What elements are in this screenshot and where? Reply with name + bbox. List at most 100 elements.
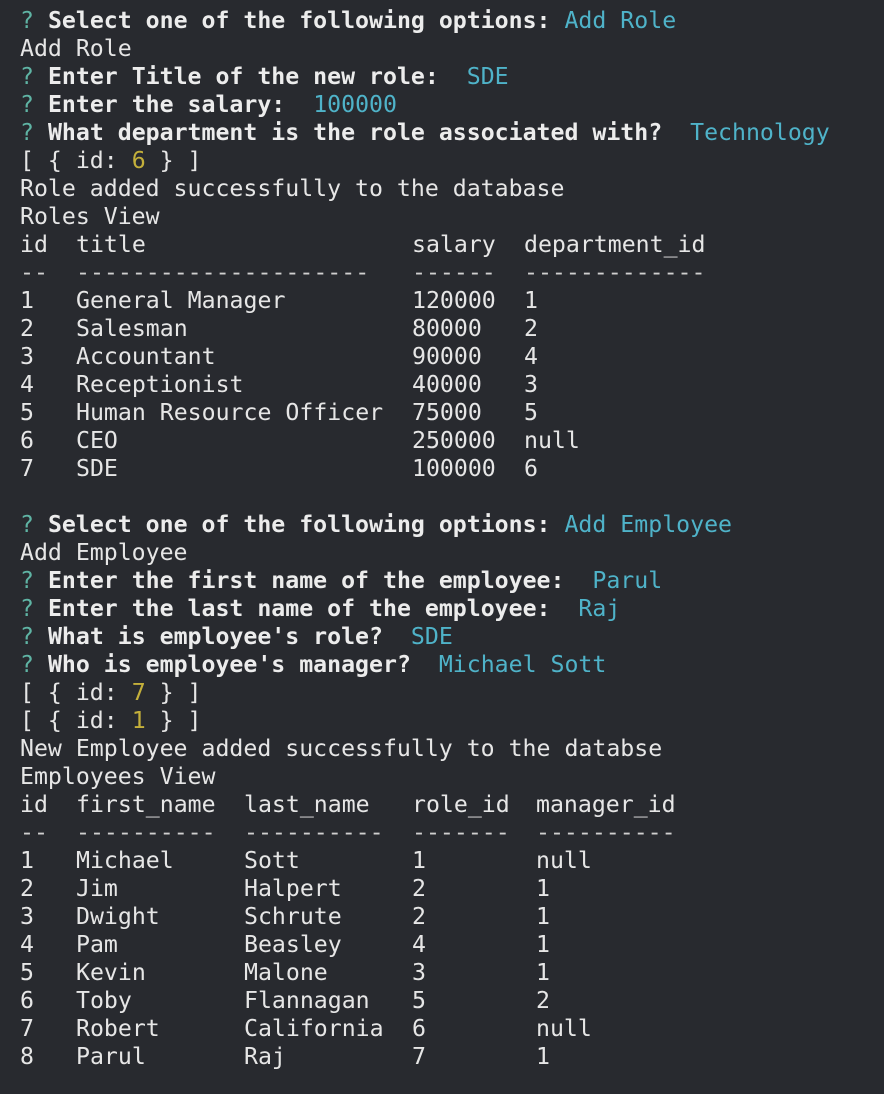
table-row: 4 Pam Beasley 4 1 bbox=[20, 931, 884, 959]
table-row: 6 Toby Flannagan 5 2 bbox=[20, 987, 884, 1015]
role-prompt: What is employee's role? bbox=[47, 623, 383, 650]
question-mark: ? bbox=[20, 63, 34, 90]
table-cell: 80000 bbox=[412, 315, 482, 342]
table-cell: 6 bbox=[412, 1015, 426, 1042]
table-cell: 6 bbox=[20, 987, 34, 1014]
table-cell: 2 bbox=[524, 315, 538, 342]
roles-table-body: 1 General Manager 120000 1 2 Salesman 80000 2 3 A… bbox=[20, 287, 884, 483]
id-result-value: 6 bbox=[131, 147, 146, 174]
id-result-close: } ] bbox=[145, 679, 202, 706]
table-row: 8 Parul Raj 7 1 bbox=[20, 1043, 884, 1071]
title-prompt: Enter Title of the new role: bbox=[47, 63, 439, 90]
table-cell: 3 bbox=[20, 903, 34, 930]
table-cell: CEO bbox=[76, 427, 118, 454]
question-mark: ? bbox=[20, 651, 34, 678]
echo-line: Add Employee bbox=[20, 539, 188, 566]
id-result-line: [ { id: 1 } ] bbox=[20, 707, 884, 735]
table-cell: 1 bbox=[536, 903, 550, 930]
table-cell: 1 bbox=[524, 287, 538, 314]
table-cell: 6 bbox=[20, 427, 34, 454]
table-cell: Sott bbox=[244, 847, 300, 874]
header-cell: id bbox=[20, 231, 48, 258]
table-cell: Receptionist bbox=[76, 371, 244, 398]
table-cell: Salesman bbox=[76, 315, 188, 342]
table-cell: Toby bbox=[76, 987, 132, 1014]
menu-prompt-line: ? Select one of the following options: A… bbox=[20, 7, 884, 35]
manager-prompt: Who is employee's manager? bbox=[47, 651, 411, 678]
table-row: 2 Salesman 80000 2 bbox=[20, 315, 884, 343]
table-cell: Parul bbox=[76, 1043, 146, 1070]
table-cell: 5 bbox=[412, 987, 426, 1014]
terminal-output: ? Select one of the following options: A… bbox=[0, 0, 884, 1071]
table-cell: 4 bbox=[412, 931, 426, 958]
divider-cell: ------------- bbox=[524, 259, 706, 286]
question-mark: ? bbox=[20, 511, 34, 538]
table-cell: Pam bbox=[76, 931, 118, 958]
table-row: 5 Kevin Malone 3 1 bbox=[20, 959, 884, 987]
employees-table-body: 1 Michael Sott 1 null 2 Jim Halpert 2 1 3 Dwight Sch… bbox=[20, 847, 884, 1071]
divider-cell: ---------- bbox=[76, 819, 216, 846]
divider-cell: ------- bbox=[412, 819, 510, 846]
table-cell: 5 bbox=[524, 399, 538, 426]
table-cell: SDE bbox=[76, 455, 118, 482]
last-name-prompt-line: ? Enter the last name of the employee: R… bbox=[20, 595, 884, 623]
table-cell: 90000 bbox=[412, 343, 482, 370]
table-cell: null bbox=[524, 427, 580, 454]
table-cell: 75000 bbox=[412, 399, 482, 426]
table-cell: Kevin bbox=[76, 959, 146, 986]
first-name-answer: Parul bbox=[592, 567, 663, 594]
table-cell: General Manager bbox=[76, 287, 286, 314]
last-name-answer: Raj bbox=[578, 595, 621, 622]
title-prompt-line: ? Enter Title of the new role: SDE bbox=[20, 63, 884, 91]
id-result-close: } ] bbox=[145, 707, 202, 734]
view-title: Roles View bbox=[20, 203, 160, 230]
table-row: 3 Accountant 90000 4 bbox=[20, 343, 884, 371]
question-mark: ? bbox=[20, 119, 34, 146]
table-cell: Robert bbox=[76, 1015, 160, 1042]
table-cell: Halpert bbox=[244, 875, 342, 902]
question-mark: ? bbox=[20, 567, 34, 594]
table-cell: 3 bbox=[412, 959, 426, 986]
id-result-open: [ { id: bbox=[20, 147, 132, 174]
table-row: 2 Jim Halpert 2 1 bbox=[20, 875, 884, 903]
divider-cell: -- bbox=[20, 259, 48, 286]
manager-prompt-line: ? Who is employee's manager? Michael Sot… bbox=[20, 651, 884, 679]
table-cell: 1 bbox=[20, 287, 34, 314]
table-cell: Flannagan bbox=[244, 987, 370, 1014]
table-cell: 7 bbox=[20, 1015, 34, 1042]
table-cell: 7 bbox=[412, 1043, 426, 1070]
divider-cell: ------ bbox=[412, 259, 496, 286]
table-cell: 100000 bbox=[412, 455, 496, 482]
table-row: 5 Human Resource Officer 75000 5 bbox=[20, 399, 884, 427]
roles-table-divider: -- --------------------- ------ -----------… bbox=[20, 259, 884, 287]
table-cell: 1 bbox=[536, 931, 550, 958]
table-cell: 4 bbox=[524, 343, 538, 370]
table-cell: 2 bbox=[20, 875, 34, 902]
salary-answer: 100000 bbox=[313, 91, 397, 118]
salary-prompt: Enter the salary: bbox=[47, 91, 286, 118]
table-cell: Raj bbox=[244, 1043, 286, 1070]
table-cell: null bbox=[536, 1015, 592, 1042]
table-cell: 5 bbox=[20, 959, 34, 986]
table-cell: Dwight bbox=[76, 903, 160, 930]
view-title: Employees View bbox=[20, 763, 216, 790]
success-message: New Employee added successfully to the d… bbox=[20, 735, 663, 762]
table-cell: Human Resource Officer bbox=[76, 399, 384, 426]
divider-cell: --------------------- bbox=[76, 259, 370, 286]
header-cell: id bbox=[20, 791, 48, 818]
department-prompt: What department is the role associated w… bbox=[47, 119, 663, 146]
menu-prompt: Select one of the following options: bbox=[47, 7, 551, 34]
header-cell: salary bbox=[412, 231, 496, 258]
question-mark: ? bbox=[20, 7, 34, 34]
question-mark: ? bbox=[20, 595, 34, 622]
header-cell: title bbox=[76, 231, 146, 258]
divider-cell: -- bbox=[20, 819, 48, 846]
divider-cell: ---------- bbox=[536, 819, 676, 846]
table-cell: 2 bbox=[412, 903, 426, 930]
table-cell: 3 bbox=[20, 343, 34, 370]
table-cell: 250000 bbox=[412, 427, 496, 454]
header-cell: last_name bbox=[244, 791, 370, 818]
header-cell: department_id bbox=[524, 231, 706, 258]
manager-answer: Michael Sott bbox=[438, 651, 607, 678]
table-cell: 2 bbox=[20, 315, 34, 342]
